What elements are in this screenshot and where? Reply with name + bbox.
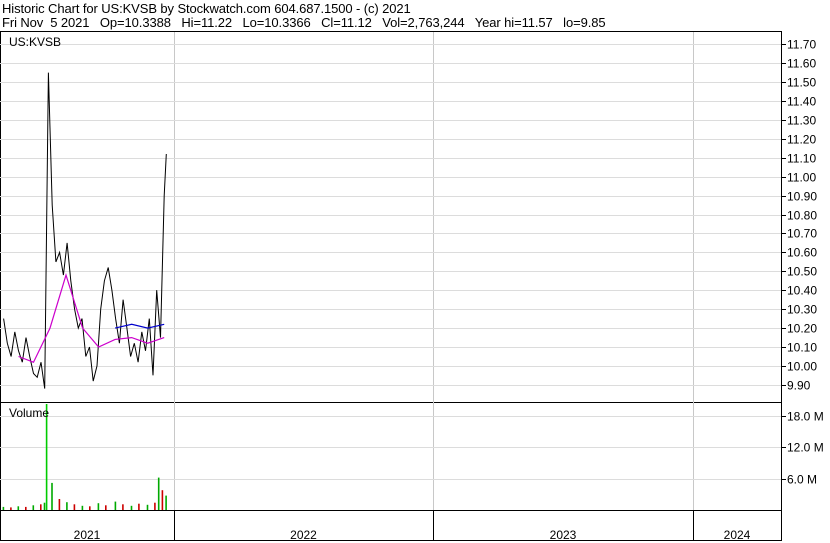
date-axis: 2021 2022 2023 2024 bbox=[74, 528, 751, 542]
price-tick-label: 10.90 bbox=[787, 190, 817, 204]
volume-tick-label: 18.0 M bbox=[787, 410, 824, 424]
volume-bar bbox=[165, 495, 167, 510]
price-tick-label: 11.00 bbox=[787, 171, 816, 185]
price-tick-label: 11.50 bbox=[787, 76, 816, 90]
volume-bar bbox=[32, 505, 35, 510]
price-tick-label: 10.10 bbox=[787, 341, 817, 355]
volume-bar bbox=[146, 504, 149, 510]
date-tick-label: 2024 bbox=[724, 528, 751, 542]
volume-tick-label: 6.0 M bbox=[787, 473, 817, 487]
volume-bar bbox=[138, 503, 140, 510]
date-tick-label: 2023 bbox=[550, 528, 577, 542]
volume-bar bbox=[43, 502, 46, 510]
price-tick-label: 11.70 bbox=[787, 38, 816, 52]
volume-bar bbox=[97, 503, 100, 510]
date-tick-label: 2022 bbox=[290, 528, 317, 542]
price-tick-label: 10.60 bbox=[787, 246, 817, 260]
price-panel-title: US:KVSB bbox=[9, 35, 61, 49]
volume-bar bbox=[105, 505, 107, 510]
price-tick-label: 11.10 bbox=[787, 152, 816, 166]
volume-bar bbox=[114, 501, 117, 510]
volume-bar bbox=[66, 502, 68, 510]
volume-bar bbox=[58, 499, 61, 510]
volume-bar bbox=[25, 506, 27, 510]
volume-bar bbox=[154, 502, 156, 510]
price-tick-label: 10.70 bbox=[787, 227, 817, 241]
volume-panel-title: Volume bbox=[9, 406, 49, 420]
volume-bar bbox=[89, 506, 91, 510]
volume-bar bbox=[73, 504, 76, 510]
price-tick-label: 11.30 bbox=[787, 114, 816, 128]
moving-average-line-2 bbox=[114, 323, 165, 329]
price-tick-label: 10.40 bbox=[787, 284, 817, 298]
volume-axis: 18.0 M 12.0 M 6.0 M bbox=[781, 410, 824, 487]
price-tick-label: 9.90 bbox=[787, 379, 811, 393]
price-axis: 11.70 11.60 11.50 11.40 11.30 11.20 11.10 11.00… bbox=[781, 38, 817, 393]
volume-tick-label: 12.0 M bbox=[787, 441, 824, 455]
volume-bar bbox=[122, 504, 124, 510]
volume-bar bbox=[81, 505, 84, 510]
price-tick-label: 11.20 bbox=[787, 133, 816, 147]
price-tick-label: 10.80 bbox=[787, 209, 817, 223]
grid bbox=[0, 32, 781, 540]
date-tick-label: 2021 bbox=[74, 528, 101, 542]
volume-bar bbox=[51, 482, 53, 510]
price-tick-label: 10.20 bbox=[787, 322, 817, 336]
volume-bar bbox=[157, 477, 160, 510]
price-tick-label: 10.30 bbox=[787, 303, 817, 317]
volume-bar bbox=[130, 505, 133, 510]
price-tick-label: 11.40 bbox=[787, 95, 816, 109]
price-tick-label: 11.60 bbox=[787, 57, 816, 71]
volume-bar bbox=[10, 507, 12, 510]
volume-bar bbox=[161, 490, 164, 510]
stock-chart: 11.70 11.60 11.50 11.40 11.30 11.20 11.10 11.00… bbox=[0, 31, 824, 542]
volume-bar bbox=[17, 506, 20, 510]
chart-frame bbox=[0, 31, 782, 541]
volume-bar bbox=[40, 504, 42, 510]
volume-bar bbox=[2, 506, 5, 510]
moving-average-line bbox=[18, 273, 165, 363]
price-tick-label: 10.50 bbox=[787, 265, 817, 279]
price-tick-label: 10.00 bbox=[787, 360, 817, 374]
